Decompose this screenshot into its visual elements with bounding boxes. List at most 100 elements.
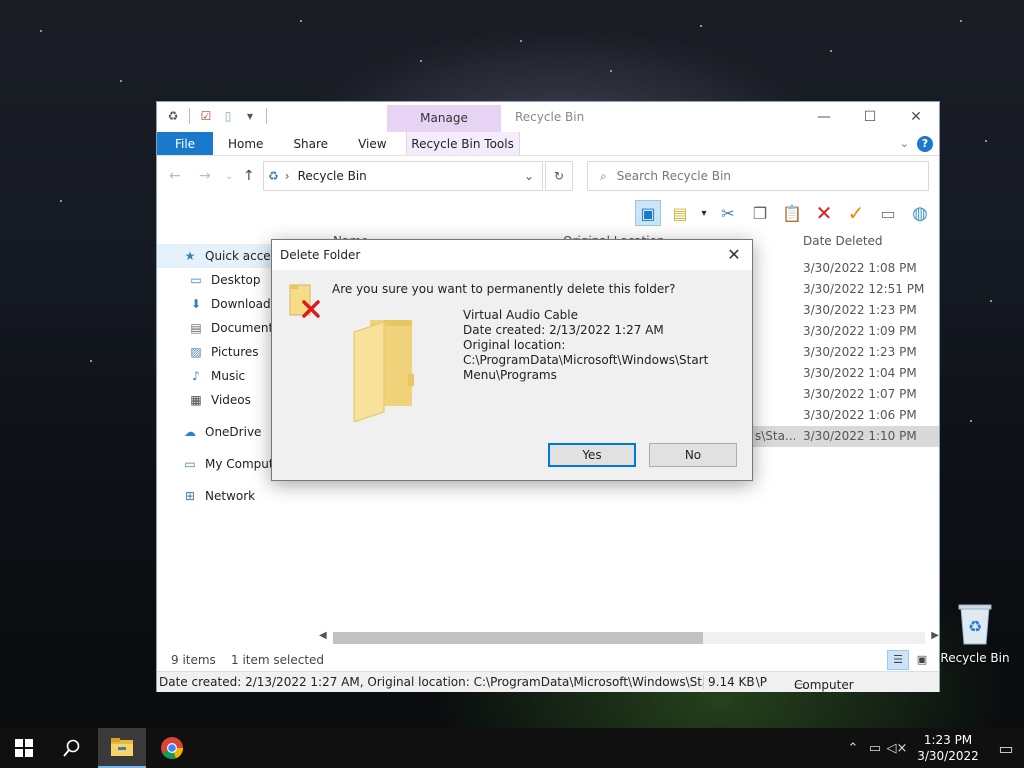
item-name: Virtual Audio Cable — [463, 308, 579, 322]
table-row[interactable]: 3/30/2022 1:08 PM — [795, 258, 939, 279]
customize-qat-icon[interactable]: ▾ — [242, 108, 258, 124]
selected-row-location[interactable]: s\Sta... — [753, 426, 795, 447]
table-row[interactable]: 3/30/2022 12:51 PM — [795, 279, 939, 300]
file-explorer-taskbar-button[interactable] — [98, 728, 146, 768]
up-arrow-icon[interactable]: ↑ — [243, 168, 255, 184]
tab-home[interactable]: Home — [213, 132, 278, 155]
table-row[interactable]: 3/30/2022 1:09 PM — [795, 321, 939, 342]
cut-icon[interactable]: ✂ — [715, 200, 741, 226]
nav-label: Music — [211, 369, 246, 383]
delete-folder-dialog: Delete Folder ✕ Are you sure you want to… — [271, 239, 753, 481]
volume-muted-icon[interactable]: ◁× — [886, 741, 908, 756]
item-location-label: Original location: — [463, 338, 566, 352]
rename-icon[interactable]: ▭ — [875, 200, 901, 226]
svg-text:♻: ♻ — [968, 617, 982, 636]
nav-label: Desktop — [211, 273, 261, 287]
table-row[interactable]: 3/30/2022 1:06 PM — [795, 405, 939, 426]
details-view-icon[interactable]: ☰ — [887, 650, 909, 670]
large-icons-view-icon[interactable]: ▣ — [911, 650, 933, 670]
properties-icon[interactable]: ☑ — [198, 108, 214, 124]
view-buttons: ☰ ▣ — [887, 650, 933, 670]
table-row[interactable]: 3/30/2022 1:23 PM — [795, 300, 939, 321]
recycle-bin-icon: ♻ — [958, 604, 992, 645]
chrome-icon — [161, 737, 184, 760]
scroll-thumb[interactable] — [333, 632, 703, 644]
recycle-bin-icon: ♻ — [268, 169, 279, 183]
dialog-title: Delete Folder — [280, 248, 361, 262]
star-icon: ★ — [184, 249, 196, 263]
desktop-icon-label: Recycle Bin — [940, 651, 1010, 665]
minimize-button[interactable]: — — [801, 102, 847, 132]
desktop-recycle-bin[interactable]: ♻ Recycle Bin — [940, 602, 1010, 665]
no-button[interactable]: No — [649, 443, 737, 467]
network-status-icon[interactable]: ▭ — [864, 741, 886, 756]
table-row[interactable]: 3/30/2022 1:04 PM — [795, 363, 939, 384]
address-box[interactable]: ♻ › Recycle Bin ⌄ — [263, 161, 543, 191]
nav-label: Videos — [211, 393, 251, 407]
forward-arrow-icon[interactable]: → — [199, 168, 211, 184]
folder-options-icon[interactable]: ▤ — [667, 200, 693, 226]
table-row-selected[interactable]: 3/30/2022 1:10 PM — [795, 426, 939, 447]
preview-pane-icon[interactable]: ▣ — [635, 200, 661, 226]
clock-time: 1:23 PM — [923, 733, 973, 747]
clock-date: 3/30/2022 — [917, 749, 979, 763]
address-dropdown-icon[interactable]: ⌄ — [524, 169, 534, 183]
status-bar: 9 items 1 item selected ☰ ▣ — [157, 650, 939, 670]
details-bar: Date created: 2/13/2022 1:27 AM, Origina… — [157, 671, 939, 692]
refresh-button[interactable]: ↻ — [545, 161, 573, 191]
tab-file[interactable]: File — [157, 132, 213, 155]
folder-options-dropdown-icon[interactable]: ▾ — [699, 200, 709, 226]
qat-separator — [266, 108, 267, 124]
folder-icon — [111, 738, 133, 756]
paste-icon[interactable]: 📋 — [779, 200, 805, 226]
taskbar: ⌃ ▭ ◁× 1:23 PM 3/30/2022 ▭ — [0, 728, 1024, 768]
column-date-deleted[interactable]: Date Deleted — [803, 234, 883, 248]
network-icon: ⊞ — [184, 489, 196, 503]
music-icon: ♪ — [192, 369, 200, 383]
item-count: 9 items — [171, 653, 216, 667]
tab-view[interactable]: View — [343, 132, 401, 155]
search-taskbar-button[interactable] — [48, 728, 96, 768]
dialog-close-button[interactable]: ✕ — [722, 244, 746, 266]
horizontal-scrollbar[interactable]: ◀ ▶ — [317, 630, 941, 646]
start-button[interactable] — [0, 728, 48, 768]
search-icon: ⌕ — [600, 168, 607, 183]
scroll-right-icon[interactable]: ▶ — [931, 630, 939, 641]
search-input[interactable]: ⌕ Search Recycle Bin — [587, 161, 929, 191]
delete-icon[interactable]: ✕ — [811, 200, 837, 226]
scroll-left-icon[interactable]: ◀ — [319, 630, 327, 641]
expand-ribbon-icon[interactable]: ⌄ — [900, 137, 909, 150]
details-size: 9.14 KB — [703, 675, 755, 689]
item-location-line2: Menu\Programs — [463, 368, 557, 382]
maximize-button[interactable]: ☐ — [847, 102, 893, 132]
tab-manage[interactable]: Manage — [387, 105, 501, 132]
notifications-icon[interactable]: ▭ — [988, 739, 1024, 758]
chrome-taskbar-button[interactable] — [148, 728, 196, 768]
table-row[interactable]: 3/30/2022 1:07 PM — [795, 384, 939, 405]
recent-locations-icon[interactable]: ⌄ — [225, 171, 233, 182]
back-arrow-icon[interactable]: ← — [169, 168, 181, 184]
nav-network[interactable]: ⊞ Network — [157, 484, 307, 508]
recycle-bin-icon: ♻ — [167, 109, 179, 123]
yes-button[interactable]: Yes — [548, 443, 636, 467]
delete-folder-icon — [289, 284, 320, 318]
downloads-icon: ⬇ — [190, 297, 202, 311]
clock[interactable]: 1:23 PM 3/30/2022 — [908, 732, 988, 764]
copy-icon[interactable]: ❐ — [747, 200, 773, 226]
desktop-icon: ▭ — [190, 273, 202, 287]
tab-share[interactable]: Share — [278, 132, 343, 155]
shell-icon[interactable]: ◍ — [907, 200, 933, 226]
command-toolbar: ▣ ▤ ▾ ✂ ❐ 📋 ✕ ✓ ▭ ◍ — [635, 200, 933, 226]
videos-icon: ▦ — [190, 393, 202, 407]
nav-label: Documents — [211, 321, 280, 335]
close-window-button[interactable]: ✕ — [893, 102, 939, 132]
chevron-up-icon[interactable]: ⌃ — [842, 741, 864, 756]
restore-icon[interactable]: ✓ — [843, 200, 869, 226]
tab-recycle-bin-tools[interactable]: Recycle Bin Tools — [405, 132, 520, 155]
window-title: Recycle Bin — [515, 110, 585, 124]
new-folder-icon[interactable]: ▯ — [220, 108, 236, 124]
window-controls: — ☐ ✕ — [801, 102, 939, 132]
table-row[interactable]: 3/30/2022 1:23 PM — [795, 342, 939, 363]
help-icon[interactable]: ? — [917, 135, 933, 152]
nav-label: Network — [205, 489, 256, 503]
